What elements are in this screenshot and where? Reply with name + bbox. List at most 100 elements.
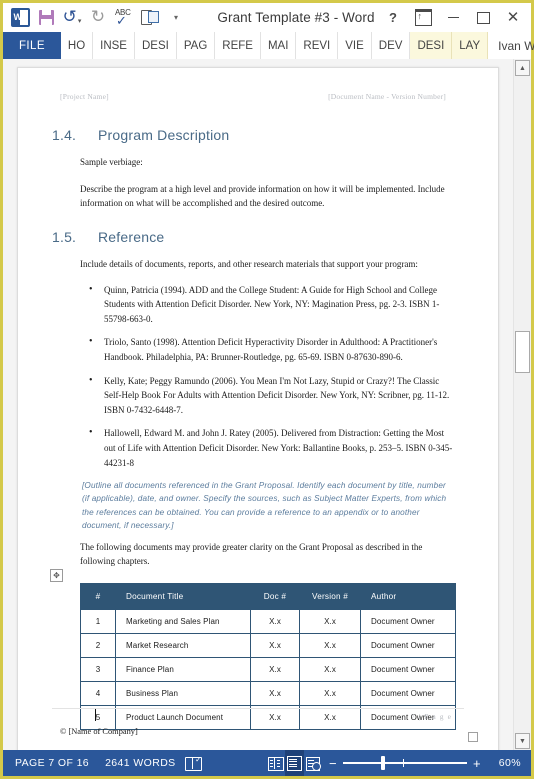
table-resize-handle-icon[interactable]: [468, 732, 478, 743]
footer-copyright: © [Name of Company]: [60, 727, 138, 736]
table-move-handle-icon[interactable]: ✥: [50, 569, 63, 583]
user-name: Ivan Walsh: [498, 38, 534, 53]
minimize-button[interactable]: [438, 5, 468, 31]
list-item: Hallowell, Edward M. and John J. Ratey (…: [89, 425, 464, 470]
table-row[interactable]: 4 Business Plan X.x X.x Document Owner: [80, 681, 456, 707]
title-bar: W ↺ ▾ ↻ ABC ✓ ▾ Grant Template #3 - Word ?…: [3, 3, 531, 32]
cell-number: 3: [80, 657, 116, 683]
read-mode-view-button[interactable]: [266, 750, 285, 776]
cell-doc: X.x: [250, 609, 300, 635]
save-button[interactable]: [33, 6, 59, 30]
close-button[interactable]: ✕: [498, 5, 528, 31]
document-footer: 7 | P a g e © [Name of Company] www.heri…: [52, 708, 464, 736]
cell-author: Document Owner: [360, 657, 456, 683]
tab-review[interactable]: REVI: [296, 32, 339, 59]
table-header-row: # Document Title Doc # Version # Author: [80, 583, 456, 611]
sample-verbiage-label: Sample verbiage:: [80, 157, 143, 167]
redo-button[interactable]: ↻: [85, 6, 111, 30]
table-row[interactable]: 2 Market Research X.x X.x Document Owner: [80, 633, 456, 659]
tab-table-design[interactable]: DESI: [410, 32, 453, 59]
tab-design[interactable]: DESI: [135, 32, 177, 59]
reference-list: Quinn, Patricia (1994). ADD and the Coll…: [52, 282, 464, 470]
ribbon-display-options-button[interactable]: [408, 5, 438, 31]
tab-table-layout[interactable]: LAY: [452, 32, 489, 59]
customize-qat-button[interactable]: ▾: [163, 6, 189, 30]
print-layout-view-button[interactable]: [284, 750, 304, 776]
zoom-controls: − + 60%: [323, 756, 531, 771]
cell-title: Finance Plan: [115, 657, 251, 683]
header-document-name: [Document Name - Version Number]: [328, 92, 446, 101]
word-application-window: W ↺ ▾ ↻ ABC ✓ ▾ Grant Template #3 - Word ?…: [0, 0, 534, 779]
cell-author: Document Owner: [360, 633, 456, 659]
heading-reference: 1.5. Reference: [52, 229, 464, 245]
list-item: Triolo, Santo (1998). Attention Deficit …: [89, 334, 464, 364]
maximize-button[interactable]: [468, 5, 498, 31]
column-header-number: #: [80, 583, 116, 611]
header-project-name: [Project Name]: [60, 92, 109, 101]
status-bar: PAGE 7 OF 16 2641 WORDS ✓ − + 60%: [3, 750, 531, 776]
footer-divider: [52, 708, 464, 709]
scroll-up-arrow-icon[interactable]: ▲: [515, 60, 530, 76]
column-header-doc-number: Doc #: [250, 583, 300, 611]
instruction-note: [Outline all documents referenced in the…: [82, 481, 447, 530]
list-item: Quinn, Patricia (1994). ADD and the Coll…: [89, 282, 464, 327]
tab-references[interactable]: REFE: [215, 32, 261, 59]
heading-number-1-4: 1.4.: [52, 127, 77, 143]
cell-author: Document Owner: [360, 681, 456, 707]
tab-view[interactable]: VIE: [338, 32, 372, 59]
heading-text-1-5: Reference: [98, 228, 165, 245]
reference-intro: Include details of documents, reports, a…: [80, 258, 418, 269]
cell-version: X.x: [299, 609, 361, 635]
cell-doc: X.x: [250, 633, 300, 659]
cell-version: X.x: [299, 681, 361, 707]
proofing-errors-icon[interactable]: ✓: [184, 750, 203, 776]
document-page[interactable]: [Project Name] [Document Name - Version …: [17, 67, 499, 750]
cell-version: X.x: [299, 633, 361, 659]
tab-file[interactable]: FILE: [3, 32, 61, 59]
zoom-level[interactable]: 60%: [487, 757, 523, 769]
undo-button[interactable]: ↺ ▾: [59, 6, 85, 30]
word-count[interactable]: 2641 WORDS: [97, 757, 184, 769]
document-canvas[interactable]: [Project Name] [Document Name - Version …: [3, 59, 513, 750]
tab-developer[interactable]: DEV: [372, 32, 411, 59]
web-layout-view-button[interactable]: [304, 750, 323, 776]
tab-insert[interactable]: INSE: [93, 32, 135, 59]
page-indicator[interactable]: PAGE 7 OF 16: [3, 757, 97, 769]
heading-program-description: 1.4. Program Description: [52, 127, 464, 143]
cell-number: 1: [80, 609, 116, 635]
heading-text-1-4: Program Description: [98, 127, 230, 143]
cell-title: Business Plan: [115, 681, 251, 707]
cell-number: 4: [80, 681, 116, 707]
scrollbar-thumb[interactable]: [515, 331, 530, 373]
column-header-version-number: Version #: [299, 583, 361, 611]
scroll-down-arrow-icon[interactable]: ▼: [515, 733, 530, 749]
spelling-grammar-button[interactable]: ABC ✓: [111, 6, 137, 30]
table-row[interactable]: 3 Finance Plan X.x X.x Document Owner: [80, 657, 456, 683]
cell-doc: X.x: [250, 681, 300, 707]
document-work-area: [Project Name] [Document Name - Version …: [3, 59, 531, 750]
cell-number: 2: [80, 633, 116, 659]
zoom-slider[interactable]: [343, 756, 467, 770]
reference-closing: The following documents may provide grea…: [80, 542, 423, 567]
heading-number-1-5: 1.5.: [52, 228, 77, 245]
tab-home[interactable]: HO: [61, 32, 94, 59]
word-logo-letter: W: [13, 12, 23, 22]
user-account[interactable]: Ivan Walsh ▾: [498, 39, 534, 53]
cell-title: Market Research: [115, 633, 251, 659]
zoom-out-button[interactable]: −: [323, 756, 343, 771]
quick-access-toolbar: W ↺ ▾ ↻ ABC ✓ ▾: [3, 6, 189, 30]
cell-author: Document Owner: [360, 609, 456, 635]
cell-doc: X.x: [250, 657, 300, 683]
table-row[interactable]: 1 Marketing and Sales Plan X.x X.x Docum…: [80, 609, 456, 635]
cell-title: Marketing and Sales Plan: [115, 609, 251, 635]
tab-mailings[interactable]: MAI: [261, 32, 297, 59]
program-description-body: Describe the program at a high level and…: [80, 183, 445, 208]
vertical-scrollbar[interactable]: ▲ ▼: [513, 59, 531, 750]
footer-page-number: 7 | P a g e: [410, 712, 452, 721]
cell-version: X.x: [299, 657, 361, 683]
zoom-in-button[interactable]: +: [467, 756, 487, 771]
column-header-document-title: Document Title: [115, 583, 251, 611]
tab-page-layout[interactable]: PAG: [177, 32, 216, 59]
help-button[interactable]: ?: [378, 5, 408, 31]
print-preview-button[interactable]: [137, 6, 163, 30]
